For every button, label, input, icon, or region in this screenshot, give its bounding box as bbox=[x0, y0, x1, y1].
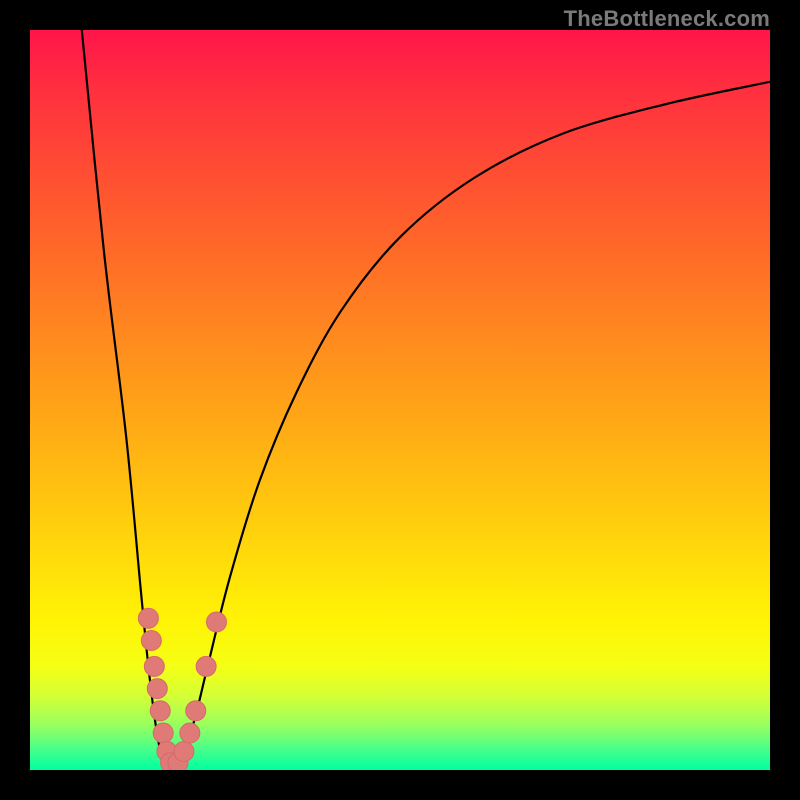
curve-marker bbox=[196, 656, 216, 676]
curve-marker bbox=[147, 679, 167, 699]
bottleneck-curve-line bbox=[82, 30, 770, 770]
curve-marker bbox=[180, 723, 200, 743]
curve-marker bbox=[144, 656, 164, 676]
chart-frame: TheBottleneck.com bbox=[0, 0, 800, 800]
curve-markers bbox=[138, 608, 226, 770]
plot-area bbox=[30, 30, 770, 770]
curve-marker bbox=[138, 608, 158, 628]
curve-marker bbox=[153, 723, 173, 743]
curve-marker bbox=[141, 631, 161, 651]
chart-svg bbox=[30, 30, 770, 770]
curve-marker bbox=[174, 742, 194, 762]
curve-marker bbox=[150, 701, 170, 721]
watermark-text: TheBottleneck.com bbox=[564, 6, 770, 32]
curve-marker bbox=[206, 612, 226, 632]
curve-marker bbox=[186, 701, 206, 721]
